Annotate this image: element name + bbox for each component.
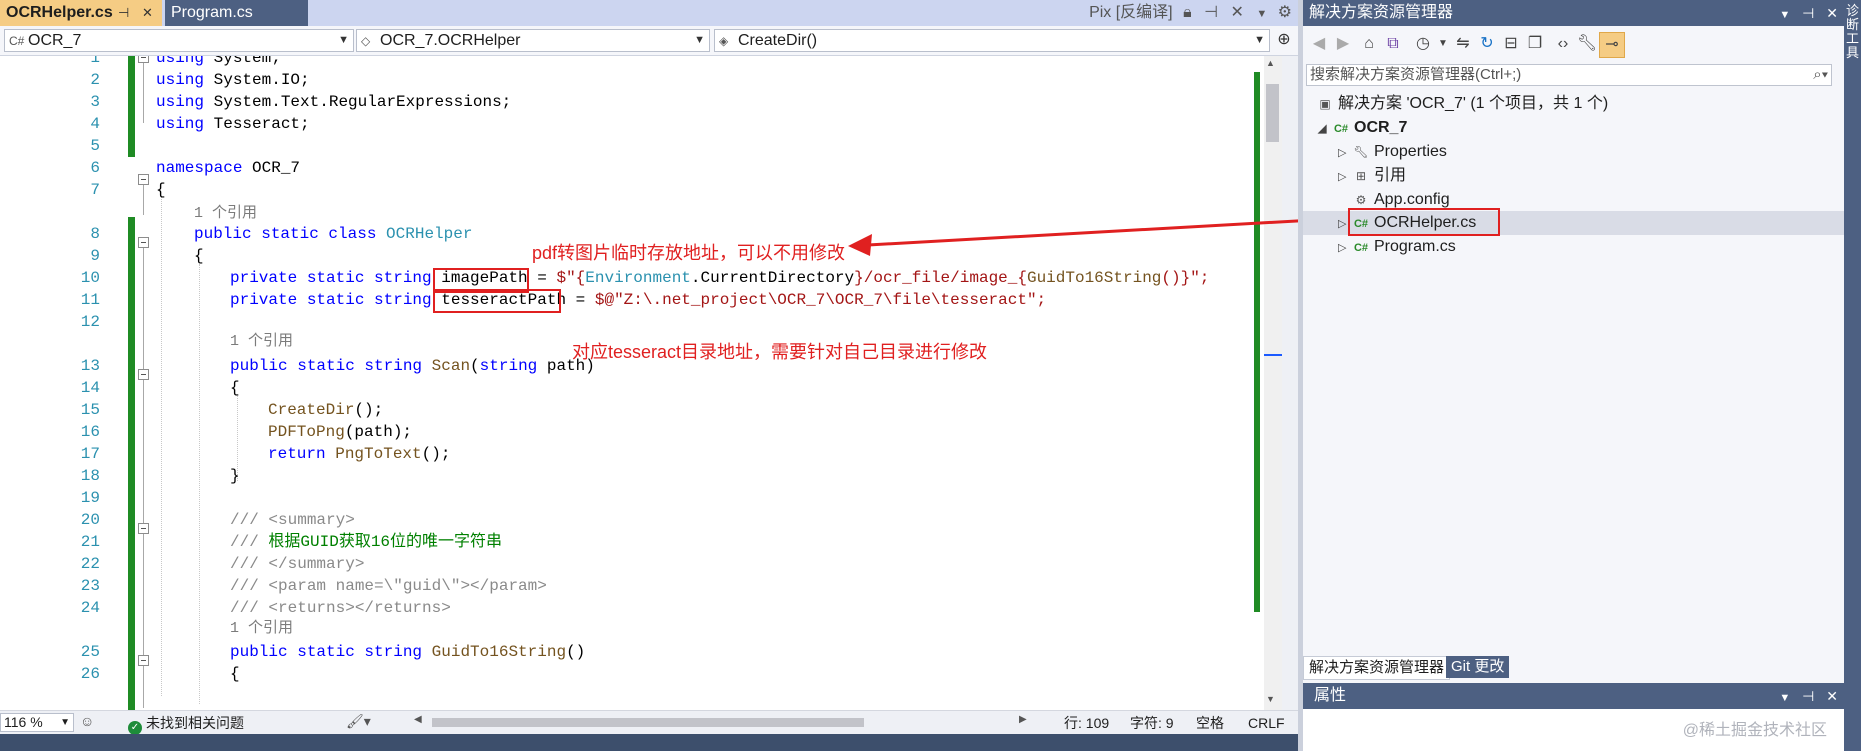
csharp-file-icon: C# [1353, 242, 1369, 254]
solution-explorer-toolbar: ◀ ▶ ⌂ ⧉ ◷ ▼ ⇋ ↻ ⊟ ❐ ‹› 🔧︎ ⊸ [1303, 30, 1844, 60]
panel-title-actions: ▼ ⊣ ✕ [1779, 683, 1838, 711]
tree-item-label: OCR_7 [1354, 119, 1408, 136]
solution-explorer-title-bar: 解决方案资源管理器 ▼ ⊣ ✕ [1303, 0, 1844, 26]
collapsed-triangle-icon[interactable]: ▷ [1338, 141, 1352, 165]
solution-explorer-tab-strip: 解决方案资源管理器 Git 更改 [1303, 656, 1844, 680]
references-icon: ⊞ [1355, 169, 1367, 183]
forward-icon[interactable]: ▶ [1331, 32, 1355, 56]
panel-title-actions: ▼ ⊣ ✕ [1779, 0, 1838, 28]
csharp-project-icon: C# [1333, 123, 1349, 135]
expanded-triangle-icon[interactable]: ◢ [1318, 117, 1332, 141]
tree-item-label: Properties [1374, 143, 1447, 160]
tab-git-changes[interactable]: Git 更改 [1446, 656, 1510, 678]
zoom-dropdown[interactable]: 116 % ▼ [0, 713, 74, 732]
pin-icon[interactable]: ⊣ [1802, 5, 1814, 21]
collapse-all-icon[interactable]: ⊟ [1499, 32, 1523, 56]
diagnostic-tools-label: 诊断工具 [1846, 3, 1860, 60]
panel-title: 解决方案资源管理器 [1309, 4, 1454, 21]
zoom-value: 116 % [4, 714, 43, 730]
status-bar: 116 % ▼ ☺ ✓ 未找到相关问题 🖌︎▾ ◀ ▶ 行: 109 字符: 9 … [0, 710, 1298, 735]
refresh-icon[interactable]: ↻ [1475, 32, 1499, 56]
annotation-box-ocrhelper [1348, 208, 1500, 236]
sync-with-document-icon[interactable]: ⇋ [1451, 32, 1475, 56]
home-icon[interactable]: ⌂ [1357, 32, 1381, 56]
tree-item-references[interactable]: ▷ ⊞ 引用 [1338, 164, 1406, 188]
code-cleanup-icon[interactable]: 🖌︎▾ [346, 713, 371, 730]
line-indicator[interactable]: 行: 109 [1064, 714, 1109, 732]
copilot-icon[interactable]: ☺ [80, 713, 94, 729]
tree-item-program-cs[interactable]: ▷ C# Program.cs [1338, 235, 1456, 259]
scroll-left-icon[interactable]: ◀ [414, 714, 422, 725]
collapsed-triangle-icon[interactable]: ▷ [1338, 165, 1352, 189]
line-ending-indicator[interactable]: CRLF [1248, 714, 1285, 732]
tree-item-label: 引用 [1374, 167, 1407, 184]
watermark-text: @稀土掘金技术社区 [1682, 722, 1827, 739]
tree-item-solution[interactable]: ▣ 解决方案 'OCR_7' (1 个项目，共 1 个) [1316, 92, 1608, 116]
chevron-down-icon: ▼ [60, 717, 70, 728]
collapsed-triangle-icon[interactable]: ▷ [1338, 236, 1352, 260]
panel-title: 属性 [1314, 687, 1347, 704]
tree-item-project[interactable]: ◢ C# OCR_7 [1318, 116, 1407, 140]
issues-label: 未找到相关问题 [146, 715, 244, 731]
back-icon[interactable]: ◀ [1307, 32, 1331, 56]
check-icon: ✓ [128, 721, 142, 735]
show-all-files-icon[interactable]: ❐ [1523, 32, 1547, 56]
bottom-dock-bar [0, 734, 1298, 751]
search-icon[interactable]: ⌕▾ [1813, 65, 1828, 85]
close-icon[interactable]: ✕ [1826, 5, 1838, 21]
tree-item-label: App.config [1374, 191, 1450, 208]
search-placeholder: 搜索解决方案资源管理器(Ctrl+;) [1310, 66, 1522, 83]
preview-selected-items-icon[interactable]: ⊸ [1599, 32, 1625, 58]
view-code-icon[interactable]: ‹› [1551, 32, 1575, 56]
chevron-down-icon[interactable]: ▼ [1779, 692, 1790, 704]
tab-solution-explorer[interactable]: 解决方案资源管理器 [1303, 656, 1451, 680]
char-indicator[interactable]: 字符: 9 [1130, 714, 1174, 732]
chevron-down-icon[interactable]: ▼ [1779, 9, 1790, 21]
pin-icon[interactable]: ⊣ [1802, 688, 1814, 704]
solution-explorer-search-input[interactable]: 搜索解决方案资源管理器(Ctrl+;) ⌕▾ [1306, 64, 1832, 86]
wrench-icon[interactable]: 🔧︎ [1575, 32, 1599, 56]
issues-indicator[interactable]: ✓ 未找到相关问题 [128, 714, 244, 735]
solution-icon: ▣ [1319, 97, 1331, 111]
close-icon[interactable]: ✕ [1826, 688, 1838, 704]
tree-item-label: 解决方案 'OCR_7' (1 个项目，共 1 个) [1338, 95, 1609, 112]
horizontal-scrollbar-thumb[interactable] [432, 718, 864, 727]
properties-title-bar: 属性 ▼ ⊣ ✕ [1298, 683, 1844, 709]
tree-item-properties[interactable]: ▷ 🔧︎ Properties [1338, 140, 1447, 164]
wrench-icon: 🔧︎ [1353, 145, 1369, 159]
switch-views-icon[interactable]: ⧉ [1381, 32, 1405, 56]
diagnostic-tools-strip[interactable]: 诊断工具 [1844, 0, 1861, 751]
whitespace-indicator[interactable]: 空格 [1196, 714, 1224, 732]
scroll-right-icon[interactable]: ▶ [1019, 714, 1027, 725]
tree-item-label: Program.cs [1374, 238, 1456, 255]
